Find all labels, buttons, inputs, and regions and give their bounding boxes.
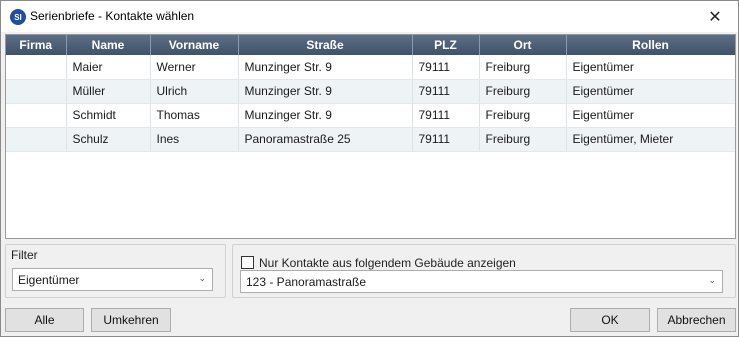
filter-select-value: Eigentümer	[18, 272, 80, 287]
table-header-row: Firma Name Vorname Straße PLZ Ort Rollen	[6, 35, 735, 55]
cell-plz: 79111	[412, 127, 480, 152]
cell-ort: Freiburg	[479, 55, 567, 80]
cell-name: Müller	[66, 79, 151, 104]
cell-rollen: Eigentümer	[566, 79, 735, 104]
cell-plz: 79111	[412, 55, 480, 80]
chevron-down-icon: ⌄	[708, 275, 716, 285]
cell-rollen: Eigentümer	[566, 103, 735, 128]
cell-ort: Freiburg	[479, 79, 567, 104]
close-icon: ✕	[708, 8, 722, 26]
window-title: Serienbriefe - Kontakte wählen	[30, 9, 195, 23]
cell-name: Maier	[66, 55, 151, 80]
table-row[interactable]: Maier Werner Munzinger Str. 9 79111 Frei…	[6, 55, 735, 80]
cell-name: Schmidt	[66, 103, 151, 128]
column-header-strasse[interactable]: Straße	[238, 35, 413, 55]
cell-strasse: Panoramastraße 25	[238, 127, 413, 152]
cell-vorname: Ulrich	[150, 79, 239, 104]
cell-firma	[6, 55, 67, 80]
building-only-label[interactable]: Nur Kontakte aus folgendem Gebäude anzei…	[259, 256, 516, 270]
dialog-window: SI Serienbriefe - Kontakte wählen ✕ Firm…	[0, 0, 739, 337]
column-header-rollen[interactable]: Rollen	[566, 35, 735, 55]
cell-firma	[6, 127, 67, 152]
contacts-table: Firma Name Vorname Straße PLZ Ort Rollen…	[6, 35, 735, 152]
cell-vorname: Werner	[150, 55, 239, 80]
table-row[interactable]: Müller Ulrich Munzinger Str. 9 79111 Fre…	[6, 79, 735, 104]
column-header-name[interactable]: Name	[66, 35, 151, 55]
cancel-button[interactable]: Abbrechen	[657, 308, 736, 332]
chevron-down-icon: ⌄	[198, 273, 206, 283]
close-button[interactable]: ✕	[692, 1, 738, 32]
cell-vorname: Thomas	[150, 103, 239, 128]
invert-selection-button[interactable]: Umkehren	[91, 308, 171, 332]
contacts-grid[interactable]: Firma Name Vorname Straße PLZ Ort Rollen…	[5, 34, 736, 239]
cell-plz: 79111	[412, 103, 480, 128]
cell-plz: 79111	[412, 79, 480, 104]
select-all-button[interactable]: Alle	[5, 308, 84, 332]
cell-strasse: Munzinger Str. 9	[238, 79, 413, 104]
cell-ort: Freiburg	[479, 103, 567, 128]
cell-rollen: Eigentümer, Mieter	[566, 127, 735, 152]
cell-firma	[6, 79, 67, 104]
table-row[interactable]: Schmidt Thomas Munzinger Str. 9 79111 Fr…	[6, 103, 735, 128]
title-bar: SI Serienbriefe - Kontakte wählen ✕	[1, 1, 738, 32]
filter-label: Filter	[10, 248, 39, 262]
app-logo-icon: SI	[10, 9, 26, 25]
cell-vorname: Ines	[150, 127, 239, 152]
building-select[interactable]: 123 - Panoramastraße ⌄	[240, 270, 723, 293]
cell-ort: Freiburg	[479, 127, 567, 152]
column-header-ort[interactable]: Ort	[479, 35, 567, 55]
filter-select[interactable]: Eigentümer ⌄	[12, 268, 213, 291]
table-row[interactable]: Schulz Ines Panoramastraße 25 79111 Frei…	[6, 127, 735, 152]
cell-rollen: Eigentümer	[566, 55, 735, 80]
ok-button[interactable]: OK	[570, 308, 650, 332]
building-select-value: 123 - Panoramastraße	[246, 274, 367, 289]
column-header-firma[interactable]: Firma	[6, 35, 67, 55]
cell-strasse: Munzinger Str. 9	[238, 103, 413, 128]
cell-name: Schulz	[66, 127, 151, 152]
building-only-checkbox[interactable]	[241, 256, 254, 269]
cell-strasse: Munzinger Str. 9	[238, 55, 413, 80]
column-header-plz[interactable]: PLZ	[412, 35, 480, 55]
column-header-vorname[interactable]: Vorname	[150, 35, 239, 55]
cell-firma	[6, 103, 67, 128]
